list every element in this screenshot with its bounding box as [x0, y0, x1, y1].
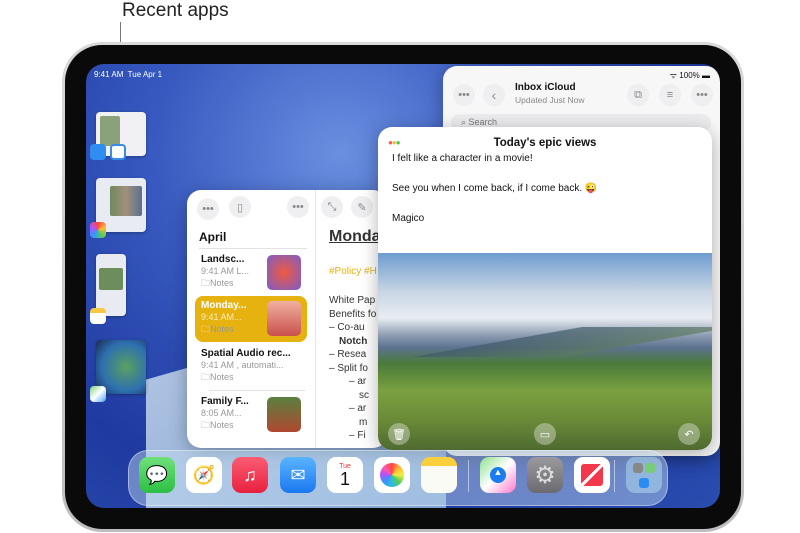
back-icon[interactable]: ‹	[483, 84, 505, 106]
gear-icon: ⚙	[534, 461, 556, 489]
mail-icon	[90, 144, 106, 160]
select-icon[interactable]: ⧉	[627, 84, 649, 106]
dock-app-settings[interactable]: ⚙	[527, 457, 563, 493]
maps-icon: ▲	[490, 467, 506, 483]
status-time-date: 9:41 AM Tue Apr 1	[94, 70, 162, 79]
mail-icon: ✉	[290, 464, 306, 485]
note-tags: #Policy #H	[329, 266, 377, 277]
messages-icon: 💬	[145, 464, 169, 485]
files-icon	[110, 144, 126, 160]
more-icon[interactable]: •••	[691, 84, 713, 106]
note-line: – Co-au	[329, 322, 365, 333]
note-title: Spatial Audio rec...	[201, 348, 291, 359]
note-line: sc	[359, 389, 369, 401]
window-menu-icon[interactable]: •••	[453, 84, 475, 106]
notes-icon	[90, 308, 106, 324]
window-menu-icon[interactable]: •••	[197, 198, 219, 220]
dock-divider	[468, 460, 469, 492]
note-line: m	[359, 416, 368, 428]
trash-icon[interactable]: 🗑	[388, 423, 410, 445]
battery-percent: 100%	[679, 71, 700, 80]
recent-apps-callout: Recent apps	[122, 0, 229, 21]
reply-icon[interactable]: ↶	[678, 423, 700, 445]
message-line: See you when I come back, if I come back…	[392, 183, 598, 194]
note-line: – ar	[349, 376, 367, 387]
message-line: I felt like a character in a movie!	[392, 153, 533, 164]
dock-app-music[interactable]: ♫	[232, 457, 268, 493]
app-store-mini-icon	[639, 477, 649, 488]
dock-app-news[interactable]	[574, 457, 610, 493]
note-line: – Fi	[349, 430, 366, 441]
note-item-spatial-audio[interactable]: Spatial Audio rec... 9:41 AM , automati..…	[195, 344, 307, 390]
compose-icon[interactable]: ✎	[351, 196, 373, 218]
filter-icon[interactable]: ≡	[659, 84, 681, 106]
status-time: 9:41 AM	[94, 70, 124, 79]
status-date: Tue Apr 1	[127, 70, 163, 79]
settings-mini-icon	[633, 462, 643, 473]
note-line: Benefits fo	[329, 308, 377, 320]
note-thumbnail	[267, 255, 301, 290]
dock-app-messages[interactable]: 💬	[139, 457, 175, 493]
recent-app-notes[interactable]	[96, 254, 126, 316]
dock-app-library[interactable]	[626, 457, 662, 493]
dock-app-notes[interactable]	[421, 457, 457, 493]
dock-app-mail[interactable]: ✉	[280, 457, 316, 493]
mailbox-title: Inbox iCloud	[515, 82, 576, 93]
message-title: Today's epic views	[493, 137, 597, 149]
note-folder: 🗀Notes	[201, 372, 234, 382]
note-item-monday[interactable]: Monday... 9:41 AM... 🗀Notes	[195, 296, 307, 342]
note-doc-title: Monda	[329, 228, 381, 245]
dock-divider	[614, 460, 615, 492]
music-icon: ♫	[243, 464, 257, 485]
note-meta: 9:41 AM , automati...	[201, 360, 284, 370]
search-placeholder: Search	[468, 117, 498, 127]
notes-section-header: April	[199, 230, 227, 244]
message-line: Magico	[392, 213, 425, 224]
dock-app-calendar[interactable]: Tue 1	[327, 457, 363, 493]
note-item-family[interactable]: Family F... 8:05 AM... 🗀Notes	[195, 392, 307, 438]
note-line: Notch	[339, 335, 368, 347]
photos-icon	[90, 222, 106, 238]
note-thumbnail	[267, 397, 301, 432]
dock-app-photos[interactable]	[374, 457, 410, 493]
sidebar-toggle-icon[interactable]: ▯	[229, 196, 251, 218]
expand-icon[interactable]: ⤡	[321, 196, 343, 218]
safari-icon: 🧭	[192, 464, 216, 485]
news-icon	[581, 464, 603, 486]
message-window[interactable]: ●●● Today's epic views I felt like a cha…	[378, 127, 712, 450]
ipad-screen: 9:41 AM Tue Apr 1 ••• ‹ Inbox iCloud Upd…	[86, 64, 720, 508]
note-line: White Pap	[329, 295, 376, 306]
note-body: White Pap Benefits fo – Co-au Notch – Resea –…	[329, 294, 376, 443]
battery-status: ᯤ 100% ▬	[669, 71, 710, 80]
calendar-date: 1	[339, 468, 350, 489]
note-line: – ar	[349, 403, 367, 414]
note-line: – Split fo	[329, 362, 368, 374]
photos-icon	[380, 463, 404, 487]
note-thumbnail	[267, 301, 301, 336]
maps-icon	[90, 386, 106, 402]
dock-app-maps[interactable]: ▲	[480, 457, 516, 493]
search-icon: ⌕	[461, 117, 469, 127]
note-item-landscapes[interactable]: Landsc... 9:41 AM L... 🗀Notes	[195, 250, 307, 296]
mailbox-subtitle: Updated Just Now	[515, 95, 585, 105]
maps-mini-icon	[645, 462, 655, 473]
more-icon[interactable]: •••	[287, 196, 309, 218]
note-line: – Resea	[329, 349, 367, 360]
notes-window[interactable]: ••• ▯ ••• ⤡ ✎ April Landsc... 9:41 AM L..…	[187, 190, 387, 448]
folder-icon[interactable]: ▭	[534, 423, 556, 445]
dock-app-safari[interactable]: 🧭	[186, 457, 222, 493]
